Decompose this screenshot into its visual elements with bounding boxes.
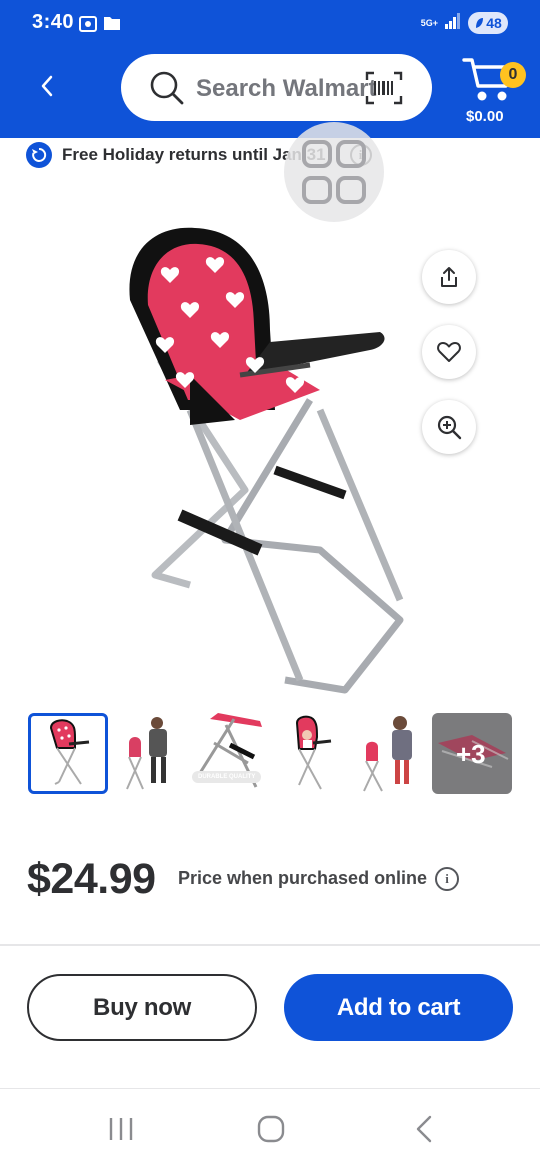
divider [0,1088,540,1089]
product-image[interactable] [70,210,470,700]
thumbnail-more[interactable]: +3 [432,713,512,794]
chevron-left-icon [41,75,53,97]
status-bar: 3:40 5G+ 48 [0,0,540,50]
cart-count-badge: 0 [500,62,526,88]
recent-apps-button[interactable] [106,1114,136,1149]
signal-icon [444,12,462,34]
price-info-icon[interactable]: i [435,867,459,891]
favorite-button[interactable] [422,325,476,379]
back-button[interactable] [36,74,60,98]
price-note: Price when purchased online [178,868,428,888]
system-nav-bar [0,1090,540,1170]
thumbnail-girl-feeding-doll[interactable] [352,713,432,794]
cart-total: $0.00 [466,108,504,125]
home-icon [257,1115,285,1143]
share-icon [441,267,457,287]
status-time: 3:40 [32,11,75,33]
search-input[interactable]: Search Walmart [196,75,377,103]
zoom-in-icon [437,415,462,440]
share-button[interactable] [422,250,476,304]
leaf-icon [476,18,484,28]
battery-indicator: 48 [468,12,508,34]
thumbnail-chair-with-doll[interactable] [271,713,351,794]
floating-apps-button[interactable] [284,122,384,222]
search-bar[interactable]: Search Walmart [121,54,432,121]
search-icon [149,70,185,111]
battery-level: 48 [486,15,502,31]
recents-icon [109,1118,133,1140]
chevron-left-icon [416,1115,432,1143]
buy-now-button[interactable]: Buy now [27,974,257,1041]
returns-icon [26,142,52,168]
more-images-count: +3 [456,739,486,769]
durable-quality-badge: DURABLE QUALITY [192,771,262,783]
zoom-button[interactable] [422,400,476,454]
folder-icon [103,14,121,37]
status-indicators: 5G+ 48 [421,12,508,34]
home-button[interactable] [256,1114,286,1149]
divider [0,944,540,946]
app-header: 3:40 5G+ 48 Search Walmart 0 $0.00 [0,0,540,138]
thumbnail-chair-front[interactable] [28,713,108,794]
network-type: 5G+ [420,17,438,28]
screenshot-icon [78,14,98,39]
heart-icon [437,342,461,362]
grid-icon [302,140,366,204]
system-back-button[interactable] [410,1114,440,1149]
thumbnail-strip: DURABLE QUALITY +3 [28,713,514,794]
product-price: $24.99 [27,855,156,903]
add-to-cart-button[interactable]: Add to cart [284,974,513,1041]
thumbnail-chair-legs-durable[interactable]: DURABLE QUALITY [190,713,270,794]
thumbnail-girl-with-chair[interactable] [109,713,189,794]
barcode-scan-icon[interactable] [365,71,403,110]
